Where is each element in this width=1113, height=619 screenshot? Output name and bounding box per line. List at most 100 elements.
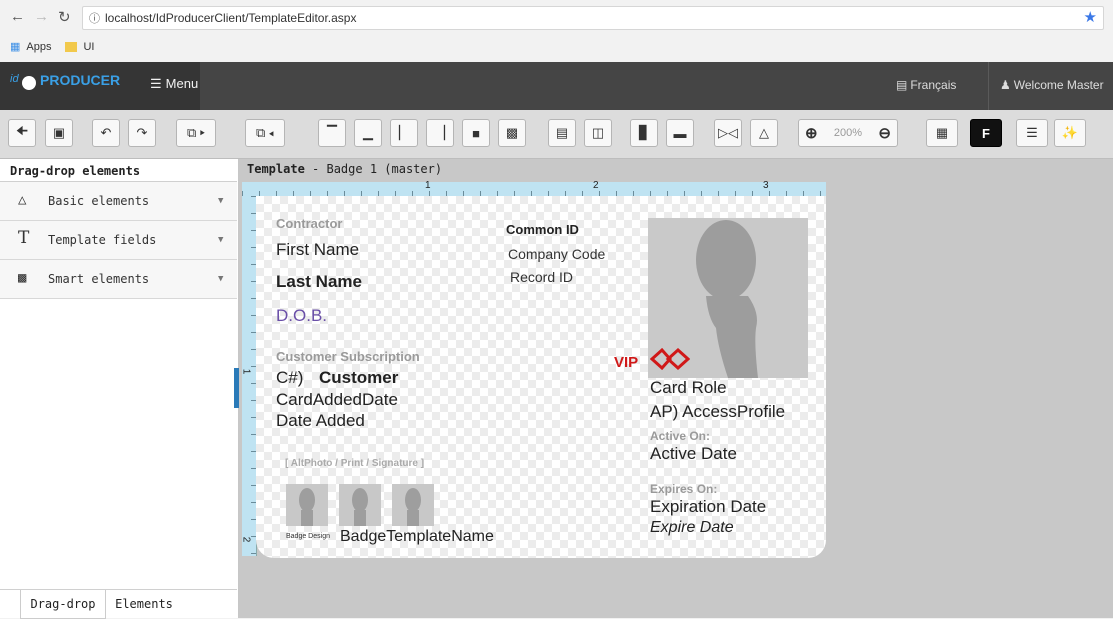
expiration-date-field[interactable]: Expiration Date [650, 497, 766, 517]
undo-button[interactable]: ↶ [92, 119, 120, 147]
layers-icon: ⧉ ▸ [187, 125, 205, 140]
font-button-label: F [982, 125, 990, 141]
language-icon: ▤ [896, 78, 908, 92]
same-width-button[interactable]: ▬ [666, 119, 694, 147]
vip-logo-icon[interactable] [649, 347, 691, 371]
align-middle-icon: ■ [472, 125, 480, 141]
alt-photo-label[interactable]: [ AltPhoto / Print / Signature ] [285, 458, 424, 469]
bookmark-apps[interactable]: Apps [26, 41, 51, 53]
font-button[interactable]: F [970, 119, 1002, 147]
card-added-date-field[interactable]: CardAddedDate [276, 390, 398, 410]
signature-placeholder[interactable] [392, 484, 434, 526]
access-profile-field[interactable]: AP) AccessProfile [650, 402, 785, 422]
tab-elements[interactable]: Elements [106, 590, 182, 618]
user-menu[interactable]: ♟ Welcome Master [1000, 78, 1104, 92]
menu-button[interactable]: ☰ Menu [150, 76, 198, 92]
layer-button[interactable]: ⧉ ▸ [176, 119, 216, 147]
accordion-basic-elements[interactable]: △ Basic elements ▼ [0, 182, 237, 221]
ruler-mark: 3 [763, 180, 769, 191]
badge-card[interactable]: Contractor First Name Last Name D.O.B. C… [256, 196, 826, 558]
accordion-label: Template fields [48, 233, 157, 247]
active-date-field[interactable]: Active Date [650, 444, 737, 464]
accordion-template-fields[interactable]: T Template fields ▼ [0, 221, 237, 260]
magic-wand-button[interactable]: ✨ [1054, 119, 1086, 147]
address-bar[interactable]: ⓘ localhost/IdProducerClient/TemplateEdi… [82, 6, 1104, 30]
customer-prefix: C#) [276, 368, 304, 387]
active-on-label[interactable]: Active On: [650, 429, 710, 443]
accordion-smart-elements[interactable]: ▩ Smart elements ▼ [0, 260, 237, 299]
hamburger-icon: ☰ [150, 76, 162, 91]
reload-icon[interactable]: ↻ [58, 8, 71, 26]
ruler-mark: 1 [425, 180, 431, 191]
apps-grid-icon[interactable]: ▦ [10, 40, 20, 53]
info-icon[interactable]: ⓘ [89, 10, 100, 26]
align-center-icon: ▩ [505, 125, 519, 140]
record-id-field[interactable]: Record ID [510, 269, 573, 285]
company-code-field[interactable]: Company Code [508, 246, 605, 262]
language-button[interactable]: ▤ Français [896, 78, 956, 92]
card-role-field[interactable]: Card Role [650, 378, 727, 398]
accordion-label: Basic elements [48, 194, 150, 208]
align-left-icon: ▏ [399, 125, 409, 140]
zoom-out-icon[interactable]: ⊖ [878, 124, 891, 142]
expires-on-label[interactable]: Expires On: [650, 482, 717, 496]
flip-vertical-button[interactable]: △ [750, 119, 778, 147]
contractor-field[interactable]: Contractor [276, 216, 342, 231]
print-placeholder[interactable] [339, 484, 381, 526]
first-name-field[interactable]: First Name [276, 240, 359, 260]
person-silhouette-icon [299, 488, 315, 526]
forward-icon[interactable]: → [34, 8, 49, 25]
same-height-icon: ▊ [639, 125, 649, 140]
properties-button[interactable]: ☰ [1016, 119, 1048, 147]
date-added-field[interactable]: Date Added [276, 411, 365, 431]
header-divider [988, 62, 989, 110]
common-id-field[interactable]: Common ID [506, 222, 579, 237]
flip-horizontal-button[interactable]: ▷◁ [714, 119, 742, 147]
dob-field[interactable]: D.O.B. [276, 306, 327, 326]
align-top-icon: ▔ [327, 125, 337, 140]
exit-button[interactable]: 🠈 [8, 119, 36, 147]
bookmark-ui[interactable]: UI [83, 41, 94, 53]
grid-button[interactable]: ▦ [926, 119, 958, 147]
expire-date-field[interactable]: Expire Date [650, 519, 734, 537]
distribute-horizontal-button[interactable]: ◫ [584, 119, 612, 147]
align-center-button[interactable]: ▩ [498, 119, 526, 147]
badge-design-label[interactable]: Badge Design [286, 533, 330, 540]
align-left-button[interactable]: ▏ [390, 119, 418, 147]
back-icon[interactable]: ← [10, 8, 25, 25]
vip-label[interactable]: VIP [614, 354, 638, 371]
align-right-button[interactable]: ▕ [426, 119, 454, 147]
customer-field[interactable]: Customer [319, 368, 398, 388]
language-label: Français [910, 78, 957, 92]
template-label: Template [247, 162, 305, 176]
vertical-ruler[interactable]: 1 2 [240, 196, 257, 556]
zoom-in-icon[interactable]: ⊕ [805, 124, 818, 142]
grid-icon: ▦ [935, 125, 949, 140]
text-field-icon: T [18, 228, 30, 248]
url-text[interactable]: localhost/IdProducerClient/TemplateEdito… [105, 11, 356, 25]
distribute-vertical-button[interactable]: ▤ [548, 119, 576, 147]
menu-label: Menu [165, 76, 199, 91]
align-top-button[interactable]: ▔ [318, 119, 346, 147]
align-bottom-icon: ▁ [363, 125, 373, 140]
browser-chrome: ← → ↻ ⓘ localhost/IdProducerClient/Templ… [0, 0, 1113, 63]
toolbar: 🠈 ▣ ↶ ↷ ⧉ ▸ ⧉ ◂ ▔ ▁ ▏ ▕ ■ ▩ ▤ ◫ ▊ ▬ ▷◁ △… [0, 110, 1113, 159]
last-name-field[interactable]: Last Name [276, 272, 362, 292]
save-button[interactable]: ▣ [45, 119, 73, 147]
redo-button[interactable]: ↷ [128, 119, 156, 147]
left-panel: Drag-drop elements △ Basic elements ▼ T … [0, 159, 239, 618]
panel-title: Drag-drop elements [10, 164, 141, 178]
horizontal-ruler[interactable]: 1 2 3 [242, 180, 826, 197]
selection-marker [234, 368, 239, 408]
customer-subscription-field[interactable]: Customer Subscription [276, 349, 420, 364]
group-button[interactable]: ⧉ ◂ [245, 119, 285, 147]
tab-drag-drop[interactable]: Drag-drop [20, 590, 106, 619]
align-middle-button[interactable]: ■ [462, 119, 490, 147]
bookmark-star-icon[interactable]: ★ [1084, 8, 1097, 26]
logo-text: PRODUCER [40, 72, 121, 88]
alt-photo-placeholder[interactable] [286, 484, 328, 526]
badge-template-name-field[interactable]: BadgeTemplateName [340, 528, 494, 546]
align-bottom-button[interactable]: ▁ [354, 119, 382, 147]
same-height-button[interactable]: ▊ [630, 119, 658, 147]
template-heading: Template - Badge 1 (master) [239, 162, 1113, 182]
